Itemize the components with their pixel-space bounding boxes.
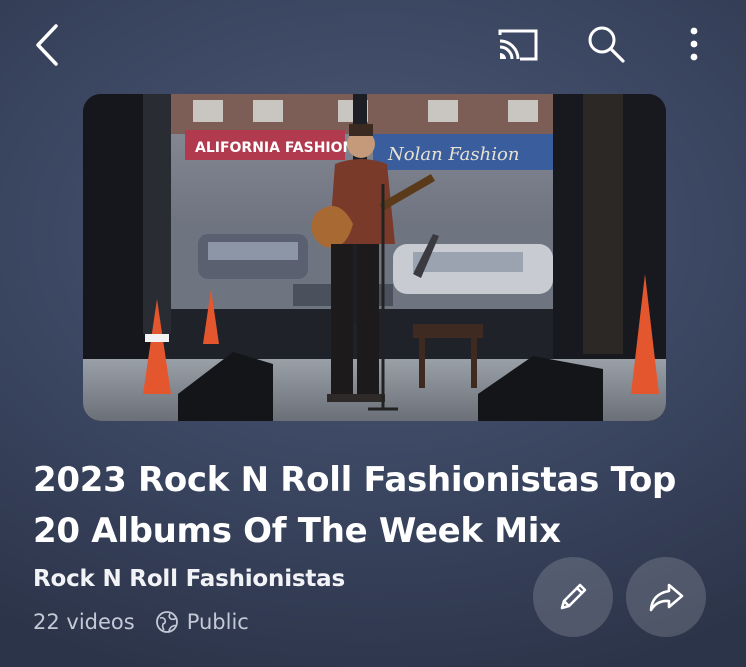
playlist-meta: 22 videos Public [33,610,249,634]
search-button[interactable] [580,18,632,70]
globe-icon [155,611,178,633]
video-count: 22 videos [33,610,135,634]
window-script-text: Nolan Fashion [387,144,519,165]
cast-icon [498,29,538,61]
pencil-icon [560,583,587,610]
search-icon [588,26,625,63]
share-arrow-icon [649,583,684,612]
share-button[interactable] [626,557,706,637]
channel-name[interactable]: Rock N Roll Fashionistas [33,566,345,592]
back-chevron-icon [36,24,58,66]
storefront-sign-text: ALIFORNIA FASHION [195,140,354,156]
more-vertical-icon [690,27,698,61]
back-button[interactable] [22,20,72,70]
top-app-bar [0,0,746,90]
edit-playlist-button[interactable] [533,557,613,637]
playlist-title: 2023 Rock N Roll Fashionistas Top 20 Alb… [33,460,677,551]
cast-button[interactable] [492,20,544,70]
visibility-label: Public [186,610,249,634]
more-options-button[interactable] [672,18,716,70]
thumbnail-image: ALIFORNIA FASHION Nolan Fashion [83,94,666,421]
playlist-thumbnail[interactable]: ALIFORNIA FASHION Nolan Fashion [83,94,666,421]
